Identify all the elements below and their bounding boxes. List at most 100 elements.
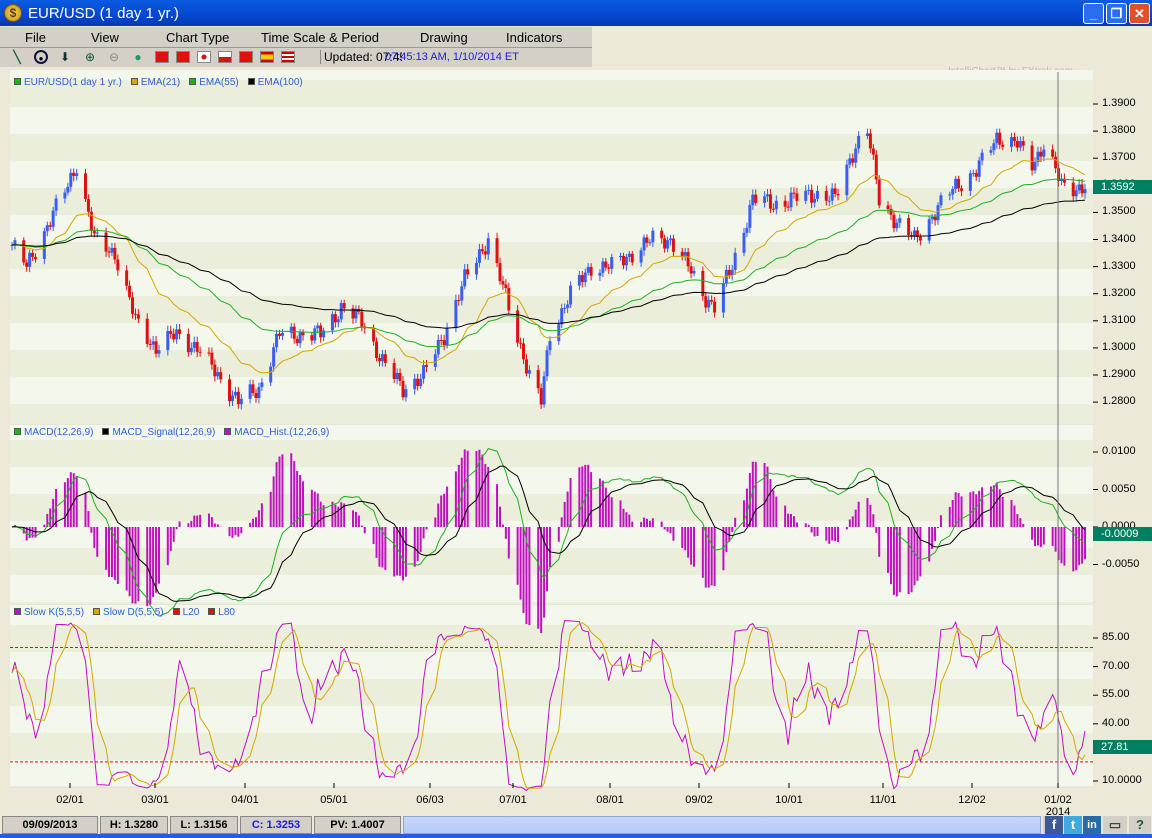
candle-body (560, 308, 564, 325)
candle-body (542, 376, 546, 405)
candle-body (189, 347, 193, 353)
candle-body (707, 299, 711, 308)
menu-file[interactable]: File (25, 30, 46, 45)
candle-body (480, 249, 484, 252)
arrow-down-icon[interactable]: ⬇ (58, 50, 72, 64)
close-button[interactable]: ✕ (1129, 3, 1150, 24)
candle-body (210, 352, 214, 365)
price-tick: 1.3800 (1102, 124, 1136, 137)
candle-body (457, 299, 461, 301)
legend-item: L80 (208, 607, 235, 618)
stoch-legend: Slow K(5,5,5) Slow D(5,5,5) L20 L80 (14, 607, 235, 618)
candle-body (172, 333, 176, 340)
usa-flag[interactable] (281, 51, 295, 63)
candle-body (912, 230, 916, 237)
candle-body (178, 329, 182, 334)
candle-body (360, 311, 364, 327)
candle-body (1021, 141, 1025, 146)
date-tick: 03/01 (141, 794, 169, 806)
candle-body (131, 297, 135, 314)
candle-body (207, 352, 211, 354)
candle-body (257, 386, 261, 398)
hong-kong-flag[interactable] (176, 51, 190, 63)
price-tick: 1.3300 (1102, 259, 1136, 272)
candle-body (186, 333, 190, 353)
menu-chart-type[interactable]: Chart Type (166, 30, 229, 45)
candle-body (689, 266, 693, 274)
price-tick: 1.3700 (1102, 151, 1136, 164)
candle-body (230, 395, 234, 402)
draw-line-icon[interactable]: ╲ (10, 50, 24, 64)
candle-body (1071, 182, 1075, 197)
panel-band (10, 494, 1093, 521)
candle-body (786, 206, 790, 208)
candle-body (51, 210, 55, 227)
candle-body (110, 247, 114, 253)
status-pv: PV: 1.4007 (314, 816, 401, 834)
windows-icon[interactable]: ▭ (1103, 816, 1127, 834)
facebook-icon[interactable]: f (1045, 816, 1063, 834)
candle-body (971, 172, 975, 174)
candle-body (813, 198, 817, 203)
target-icon[interactable]: ● (34, 50, 48, 64)
turkey-flag[interactable] (239, 51, 253, 63)
candle-body (830, 188, 834, 201)
zoom-out-icon[interactable]: ⊖ (107, 50, 121, 64)
zoom-in-icon[interactable]: ⊕ (83, 50, 97, 64)
candle-body (269, 366, 273, 383)
candle-body (95, 232, 99, 234)
minimize-button[interactable]: _ (1083, 3, 1104, 24)
twitter-icon[interactable]: t (1064, 816, 1082, 834)
candle-body (313, 328, 317, 341)
candle-body (671, 238, 675, 252)
candle-body (619, 255, 623, 258)
menu-time-scale[interactable]: Time Scale & Period (261, 30, 379, 45)
current-macd-badge: -0.0009 (1093, 527, 1152, 541)
legend-label: MACD_Hist.(12,26,9) (234, 427, 330, 438)
legend-label: EMA(100) (257, 77, 303, 88)
candle-body (92, 230, 96, 234)
candle-body (960, 188, 964, 191)
candle-body (763, 196, 767, 203)
candle-body (827, 200, 831, 202)
candle-body (668, 238, 672, 241)
candle-body (789, 192, 793, 208)
help-icon[interactable]: ? (1129, 816, 1151, 834)
panel-band (10, 440, 1093, 467)
candle-body (815, 190, 819, 199)
candle-body (751, 194, 755, 206)
stoch-tick: 10.0000 (1102, 774, 1142, 786)
candle-body (239, 398, 243, 405)
poland-flag[interactable] (218, 51, 232, 63)
candle-body (713, 301, 717, 313)
linkedin-icon[interactable]: in (1083, 816, 1101, 834)
china-flag[interactable] (155, 51, 169, 63)
candle-body (807, 189, 811, 191)
horizontal-scrollbar[interactable] (403, 816, 1041, 834)
candle-body (157, 350, 161, 354)
candle-body (598, 272, 602, 276)
candle-body (527, 370, 531, 374)
candle-body (733, 252, 737, 270)
candle-body (1054, 156, 1058, 169)
menu-drawing[interactable]: Drawing (420, 30, 468, 45)
candle-body (1077, 184, 1081, 191)
candle-body (980, 152, 984, 161)
price-tick: 1.3000 (1102, 340, 1136, 353)
menu-indicators[interactable]: Indicators (506, 30, 562, 45)
maximize-button[interactable]: ❐ (1106, 3, 1127, 24)
candle-body (998, 132, 1002, 145)
price-chart[interactable] (0, 66, 1152, 816)
candle-body (474, 262, 478, 275)
candle-body (792, 192, 796, 194)
candle-body (316, 325, 320, 329)
candle-body (251, 384, 255, 394)
menu-view[interactable]: View (91, 30, 119, 45)
globe-icon[interactable]: ● (131, 50, 145, 64)
candle-body (463, 269, 467, 287)
japan-flag[interactable] (197, 51, 211, 63)
candle-body (939, 195, 943, 206)
candle-body (804, 190, 808, 201)
spain-flag[interactable] (260, 51, 274, 63)
candle-body (933, 216, 937, 221)
